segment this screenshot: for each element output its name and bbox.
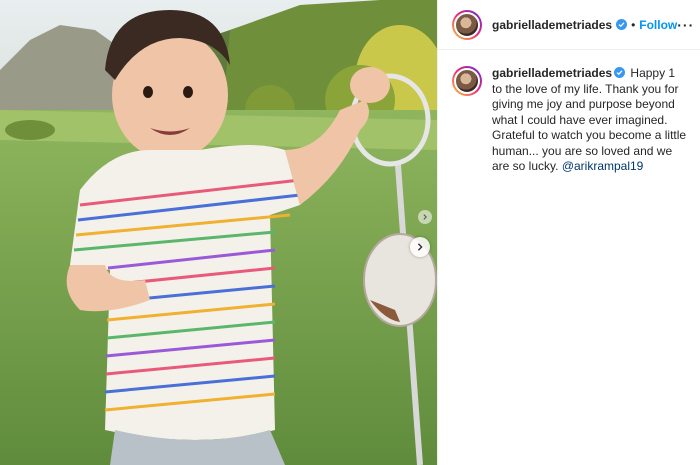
caption-mention-link[interactable]: @arikrampal19	[562, 159, 644, 173]
verified-badge-icon	[614, 67, 626, 78]
photo-scene	[0, 0, 437, 465]
follow-button[interactable]: Follow	[639, 18, 677, 32]
post-username[interactable]: gabriellademetriades	[492, 18, 612, 32]
carousel-next-button[interactable]	[410, 237, 430, 257]
chevron-right-icon	[423, 214, 427, 220]
avatar[interactable]	[452, 9, 482, 40]
verified-badge-icon	[616, 19, 628, 30]
carousel-indicator[interactable]	[418, 210, 432, 224]
post-sidebar: gabriellademetriades • Follow ··· gabrie…	[437, 0, 700, 465]
caption-username[interactable]: gabriellademetriades	[492, 66, 612, 80]
caption-avatar[interactable]	[452, 66, 482, 96]
chevron-right-icon	[417, 243, 423, 251]
separator-dot: •	[631, 17, 636, 32]
post-photo[interactable]	[0, 0, 437, 465]
more-options-icon[interactable]: ···	[677, 17, 694, 33]
post-caption: gabriellademetriades Happy 1 to the love…	[438, 50, 700, 175]
post-header: gabriellademetriades • Follow ···	[438, 0, 700, 50]
caption-text: gabriellademetriades Happy 1 to the love…	[492, 66, 688, 175]
caption-body: Happy 1 to the love of my life. Thank yo…	[492, 66, 687, 173]
